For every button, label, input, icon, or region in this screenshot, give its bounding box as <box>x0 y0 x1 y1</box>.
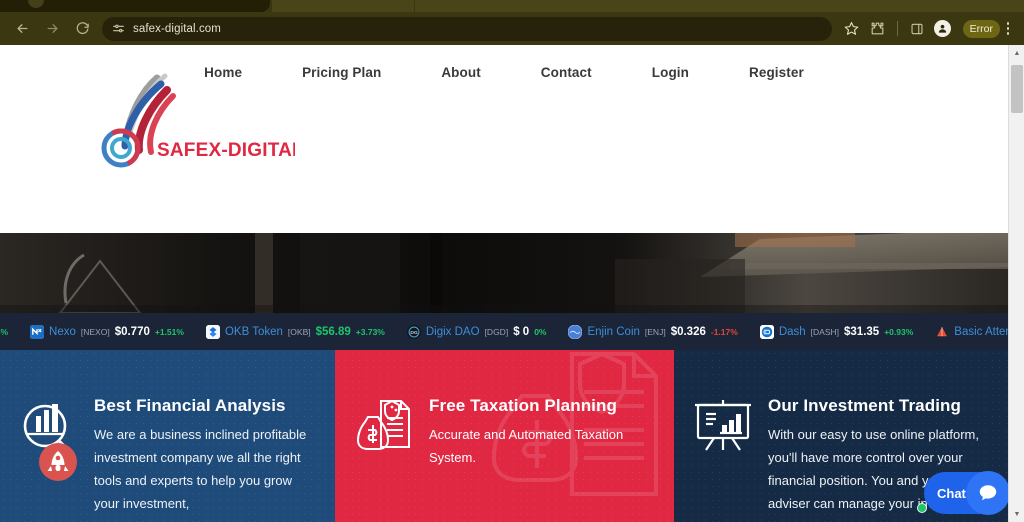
card-text: Best Financial Analysis We are a busines… <box>94 396 317 515</box>
nav-item-register[interactable]: Register <box>719 57 834 88</box>
digix-dao-logo-icon: DG <box>406 324 421 339</box>
svg-text:DG: DG <box>410 330 418 336</box>
ticker-price: $56.89 <box>315 325 351 338</box>
ticker-name: Digix DAO <box>425 325 480 338</box>
ticker-change: 0% <box>534 326 547 337</box>
site-settings-icon[interactable] <box>112 22 125 35</box>
card-description: Accurate and Automated Taxation System. <box>429 427 624 465</box>
site-header: Home Pricing Plan About Contact Login Re… <box>0 45 1008 233</box>
online-dot-icon <box>917 503 927 513</box>
browser-toolbar: safex-digital.com Error <box>0 12 1024 45</box>
chat-widget-button[interactable]: Chat <box>917 471 1010 515</box>
feature-card-financial-analysis[interactable]: Best Financial Analysis We are a busines… <box>0 350 335 522</box>
chat-label: Chat <box>937 485 966 501</box>
back-button[interactable] <box>8 15 36 43</box>
hero-image <box>0 233 1008 313</box>
ticker-symbol: [OKB] <box>287 326 311 337</box>
crypto-ticker-bar[interactable]: 28% Nexo [NEXO] $0.770 +1.51% <box>0 313 1008 350</box>
address-bar[interactable]: safex-digital.com <box>102 16 832 41</box>
ticker-item-okb[interactable]: OKB Token [OKB] $56.89 +3.73% <box>195 324 396 339</box>
page-scrollbar[interactable]: ▲ ▼ <box>1008 45 1024 522</box>
ticker-item-nexo[interactable]: Nexo [NEXO] $0.770 +1.51% <box>19 324 195 339</box>
browser-menu-icon[interactable] <box>1000 22 1016 35</box>
extensions-puzzle-icon[interactable] <box>866 17 890 41</box>
ticker-symbol: [DASH] <box>810 326 840 337</box>
card-text: Free Taxation Planning Accurate and Auto… <box>429 396 656 469</box>
basic-attention-token-logo-icon <box>935 324 950 339</box>
ticker-price: $0.770 <box>114 325 150 338</box>
site-logo[interactable]: SAFEX-DIGITAL <box>95 70 304 180</box>
money-bag-document-icon <box>353 396 415 463</box>
ticker-symbol: [ENJ] <box>644 326 666 337</box>
scrollbar-thumb[interactable] <box>1011 65 1023 113</box>
ticker-item-digixdao[interactable]: DG Digix DAO [DGD] $ 0 0% <box>396 324 558 339</box>
magnifier-bar-chart-icon <box>18 396 80 493</box>
ticker-price: $ 0 <box>513 325 530 338</box>
tab-inactive-mid[interactable] <box>272 0 414 12</box>
page-content: Home Pricing Plan About Contact Login Re… <box>0 45 1008 522</box>
nexo-logo-icon <box>30 324 45 339</box>
toolbar-divider <box>896 21 898 36</box>
ticker-name: Basic Attention Token <box>954 325 1008 338</box>
tab-active[interactable] <box>0 0 270 12</box>
ticker-partial-left: 28% <box>0 327 19 337</box>
ticker-price: $0.326 <box>670 325 706 338</box>
browser-window: safex-digital.com Error Home Pricing Pla… <box>0 0 1024 522</box>
presentation-chart-icon <box>692 396 754 463</box>
feature-cards: Best Financial Analysis We are a busines… <box>0 350 1008 522</box>
url-text: safex-digital.com <box>133 22 221 35</box>
ticker-partial-change: 28% <box>0 326 9 337</box>
tab-strip <box>0 0 1024 12</box>
feature-card-taxation-planning[interactable]: Free Taxation Planning Accurate and Auto… <box>335 350 674 522</box>
chat-bubble-icon <box>966 471 1010 515</box>
forward-button[interactable] <box>38 15 66 43</box>
ticker-item-enjin[interactable]: Enjin Coin [ENJ] $0.326 -1.17% <box>557 324 748 339</box>
ticker-change: +1.51% <box>154 326 184 337</box>
ticker-item-dash[interactable]: Dash [DASH] $31.35 +0.93% <box>749 324 924 339</box>
error-badge[interactable]: Error <box>962 19 1000 38</box>
ticker-symbol: [DGD] <box>484 326 509 337</box>
enjin-coin-logo-icon <box>568 324 583 339</box>
nav-item-login[interactable]: Login <box>622 57 719 88</box>
profile-avatar-button[interactable] <box>931 17 955 41</box>
side-panel-icon[interactable] <box>905 17 929 41</box>
ticker-name: OKB Token <box>224 325 283 338</box>
dash-logo-icon <box>759 324 774 339</box>
scroll-down-arrow-icon[interactable]: ▼ <box>1009 506 1024 522</box>
nav-item-contact[interactable]: Contact <box>511 57 622 88</box>
scroll-up-arrow-icon[interactable]: ▲ <box>1009 45 1024 61</box>
ticker-change: -1.17% <box>710 326 738 337</box>
avatar <box>934 20 952 37</box>
nav-item-about[interactable]: About <box>411 57 510 88</box>
ticker-change: +0.93% <box>884 326 914 337</box>
ticker-item-bat[interactable]: Basic Attention Token [BAT] $0.249 <box>924 324 1008 339</box>
okb-logo-icon <box>205 324 220 339</box>
card-title: Free Taxation Planning <box>429 396 617 415</box>
ticker-change: +3.73% <box>355 326 385 337</box>
page-viewport: Home Pricing Plan About Contact Login Re… <box>0 45 1024 522</box>
card-title: Our Investment Trading <box>768 396 962 415</box>
card-title: Best Financial Analysis <box>94 396 286 415</box>
bookmark-star-icon[interactable] <box>840 17 864 41</box>
ticker-name: Nexo <box>49 325 76 338</box>
logo-wordmark: SAFEX-DIGITAL <box>157 140 295 161</box>
ticker-price: $31.35 <box>844 325 880 338</box>
ticker-symbol: [NEXO] <box>80 326 110 337</box>
ticker-name: Dash <box>778 325 806 338</box>
hero-banner <box>0 233 1008 313</box>
ticker-name: Enjin Coin <box>587 325 640 338</box>
card-description: We are a business inclined profitable in… <box>94 427 307 511</box>
reload-button[interactable] <box>68 15 96 43</box>
tab-strip-bg <box>415 0 1024 12</box>
ticker-row: 28% Nexo [NEXO] $0.770 +1.51% <box>0 324 1008 339</box>
